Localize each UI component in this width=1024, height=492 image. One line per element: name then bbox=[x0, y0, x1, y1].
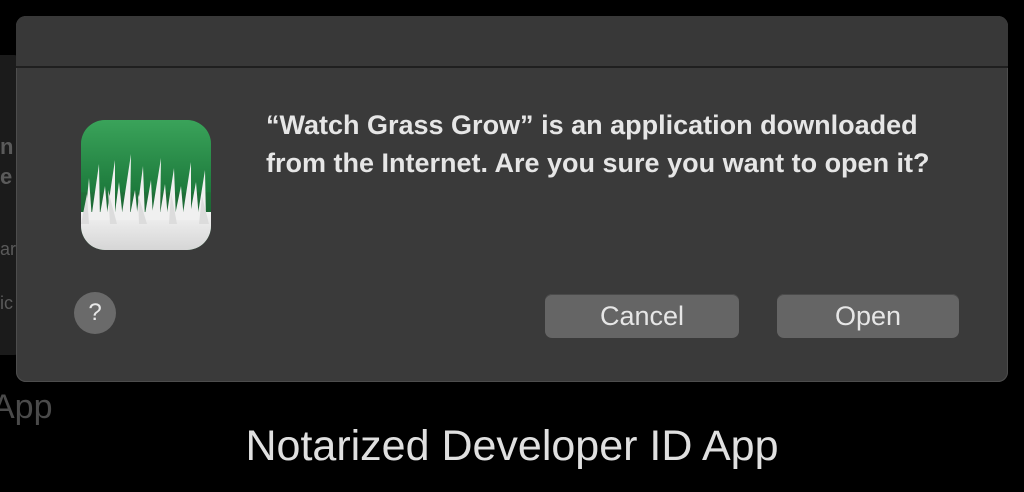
background-text-fragment: ic bbox=[0, 293, 13, 313]
background-text-fragment: n bbox=[0, 134, 14, 159]
background-text-fragment: ar bbox=[0, 239, 17, 259]
background-app-label: App bbox=[0, 388, 53, 426]
dialog-message: “Watch Grass Grow” is an application dow… bbox=[266, 110, 930, 178]
background-text-fragment: e bbox=[0, 164, 13, 189]
grass-app-icon bbox=[81, 120, 211, 250]
help-button[interactable]: ? bbox=[74, 292, 116, 334]
caption: Notarized Developer ID App bbox=[0, 425, 1024, 468]
open-button[interactable]: Open bbox=[777, 294, 959, 338]
security-alert-dialog: “Watch Grass Grow” is an application dow… bbox=[16, 16, 1008, 382]
screen: n e ar ic App “Watch Grass Grow” is an a… bbox=[0, 0, 1024, 492]
dialog-titlebar[interactable] bbox=[16, 16, 1008, 68]
caption-text: Notarized Developer ID App bbox=[245, 422, 779, 470]
cancel-button[interactable]: Cancel bbox=[545, 294, 739, 338]
